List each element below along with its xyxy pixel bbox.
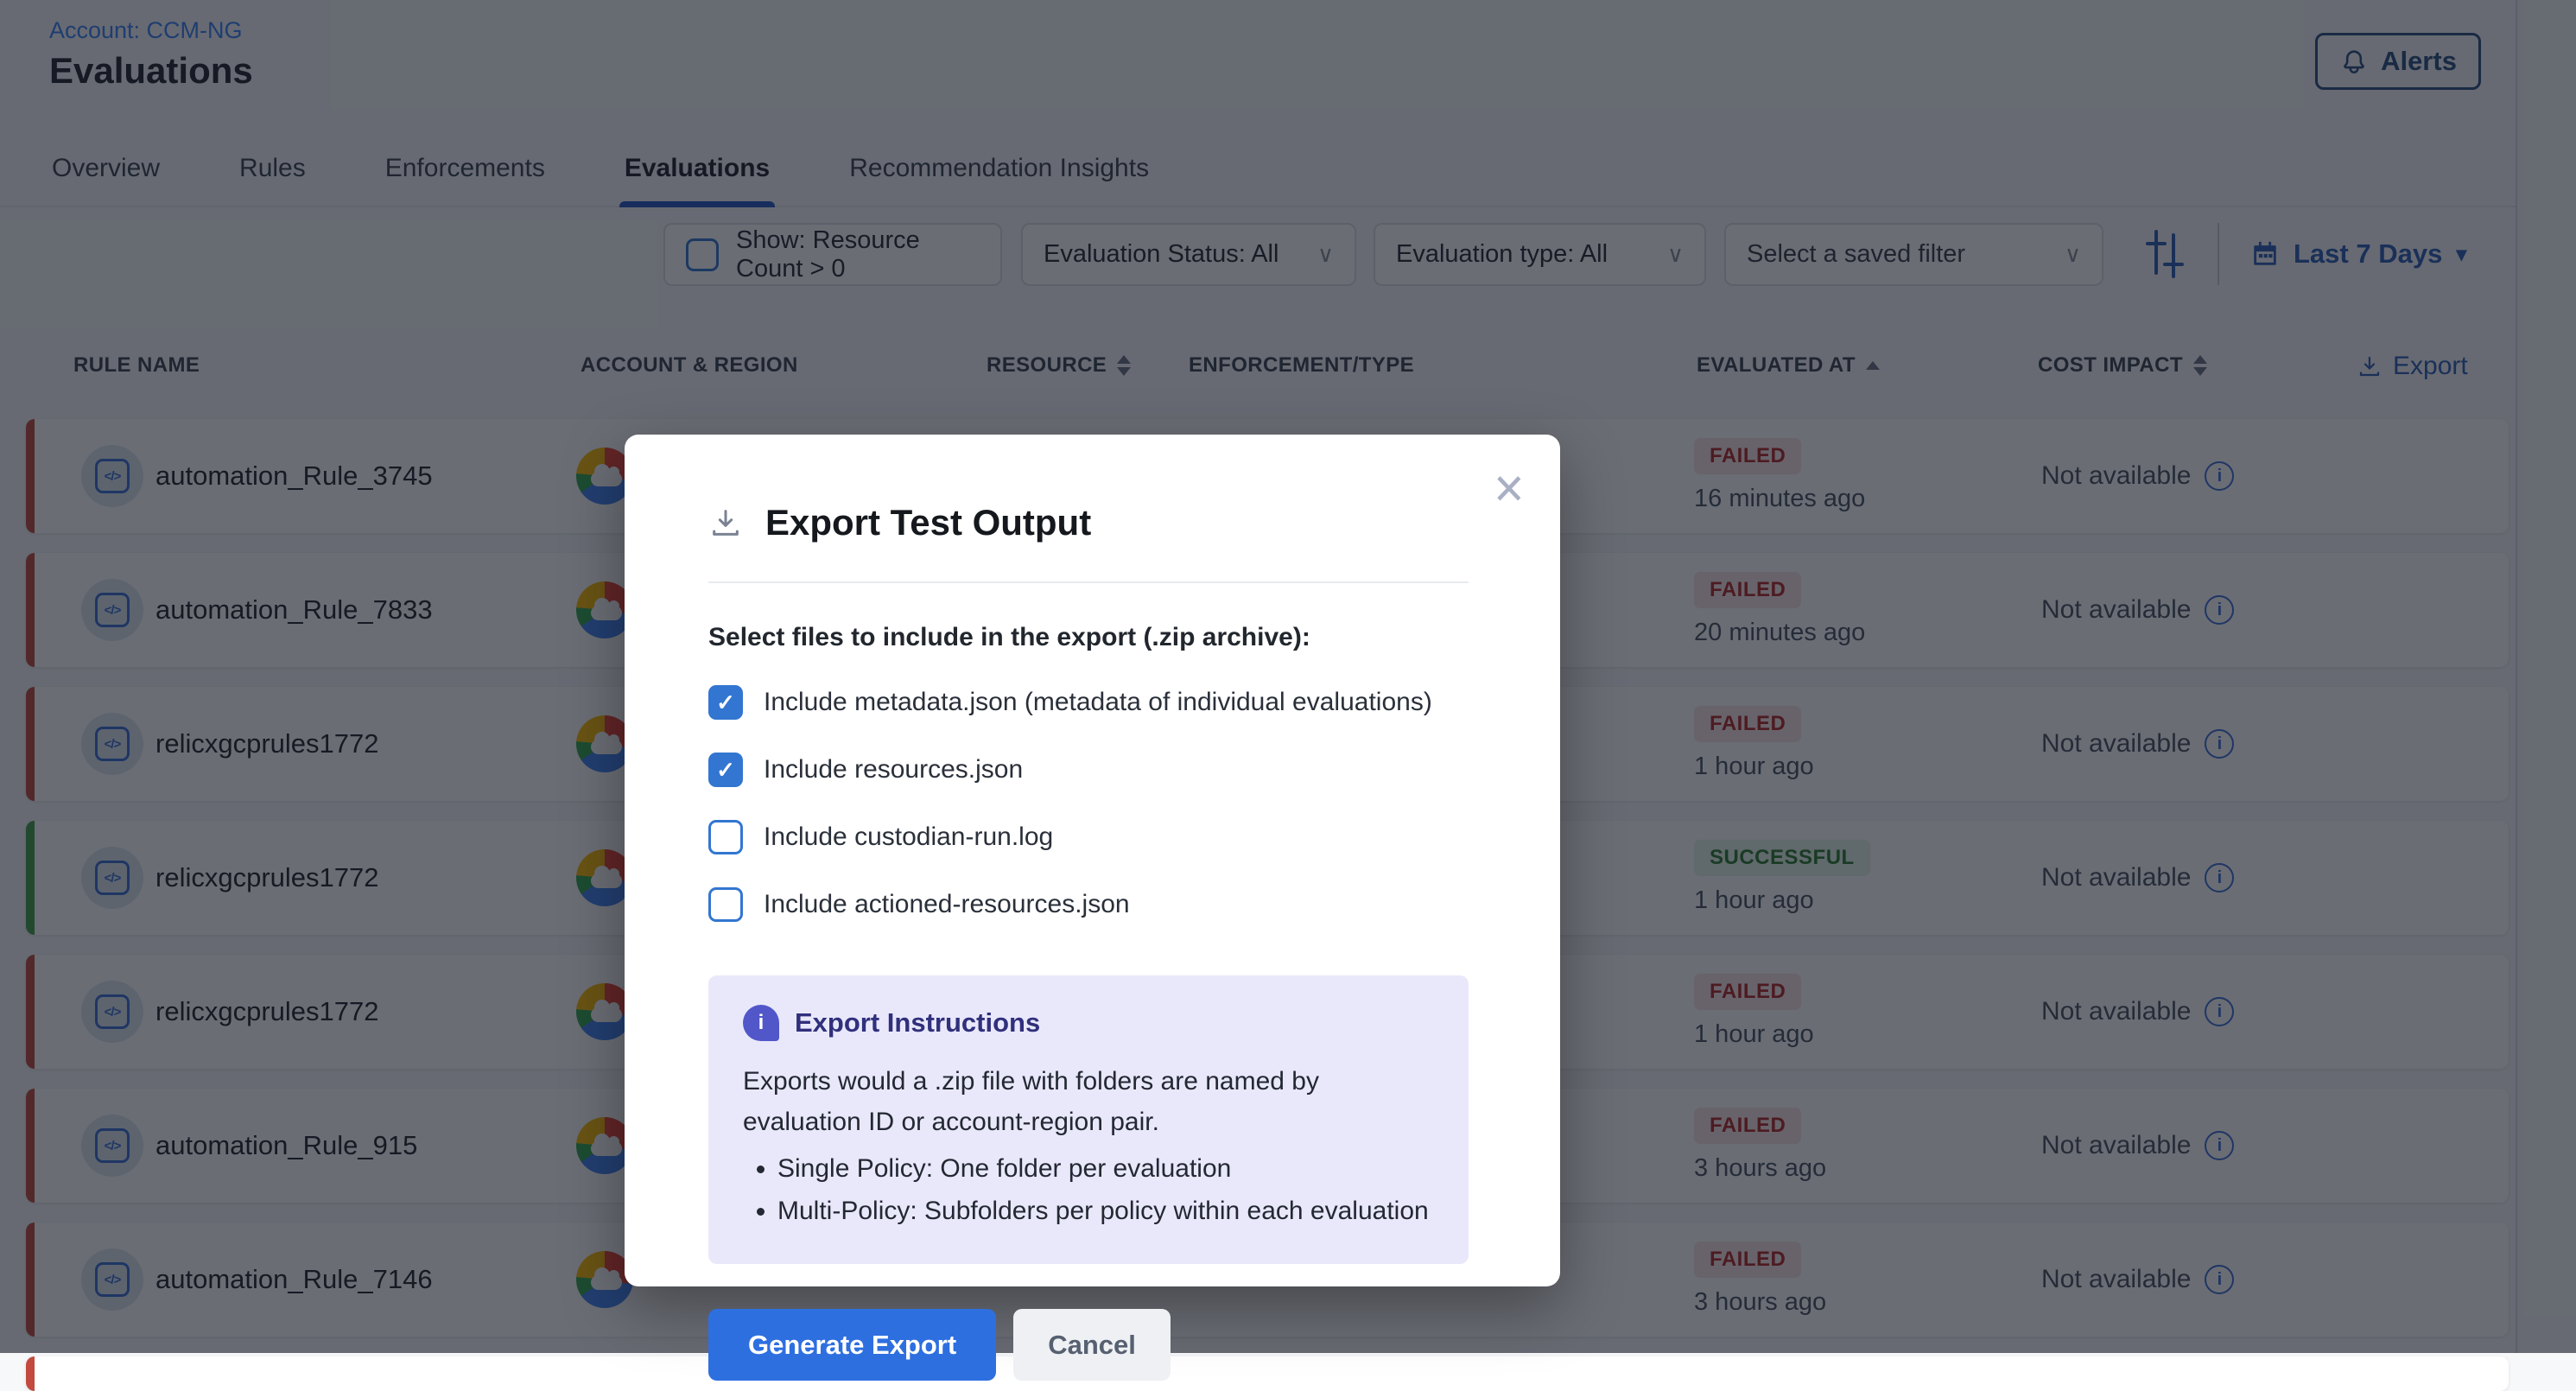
export-option-label: Include resources.json: [764, 755, 1023, 784]
instruction-bullet: Single Policy: One folder per evaluation: [777, 1149, 1439, 1190]
info-icon: i: [743, 1005, 779, 1041]
export-instructions-body: Exports would a .zip file with folders a…: [743, 1062, 1439, 1142]
export-test-output-modal: ✕ Export Test Output Select files to inc…: [625, 435, 1560, 1286]
export-option-label: Include custodian-run.log: [764, 823, 1053, 852]
select-files-label: Select files to include in the export (.…: [708, 623, 1469, 652]
export-instructions-box: i Export Instructions Exports would a .z…: [708, 975, 1469, 1264]
export-option-label: Include metadata.json (metadata of indiv…: [764, 688, 1432, 717]
modal-title: Export Test Output: [765, 502, 1091, 543]
export-option[interactable]: Include actioned-resources.json: [708, 887, 1469, 922]
export-option[interactable]: ✓ Include metadata.json (metadata of indi…: [708, 685, 1469, 720]
export-option[interactable]: ✓ Include resources.json: [708, 753, 1469, 787]
export-options-list: ✓ Include metadata.json (metadata of indi…: [708, 685, 1469, 922]
checkbox-unchecked[interactable]: [708, 887, 743, 922]
checkbox-checked[interactable]: ✓: [708, 753, 743, 787]
download-icon: [708, 505, 743, 540]
export-instructions-title: Export Instructions: [795, 1007, 1040, 1038]
instruction-bullet: Multi-Policy: Subfolders per policy with…: [777, 1191, 1439, 1232]
modal-divider: [708, 581, 1469, 583]
export-option[interactable]: Include custodian-run.log: [708, 820, 1469, 854]
close-icon[interactable]: ✕: [1492, 468, 1526, 510]
export-instructions-bullets: Single Policy: One folder per evaluation…: [743, 1149, 1439, 1231]
checkbox-unchecked[interactable]: [708, 820, 743, 854]
checkbox-checked[interactable]: ✓: [708, 685, 743, 720]
export-option-label: Include actioned-resources.json: [764, 890, 1130, 919]
cancel-button[interactable]: Cancel: [1013, 1309, 1171, 1381]
generate-export-button[interactable]: Generate Export: [708, 1309, 996, 1381]
